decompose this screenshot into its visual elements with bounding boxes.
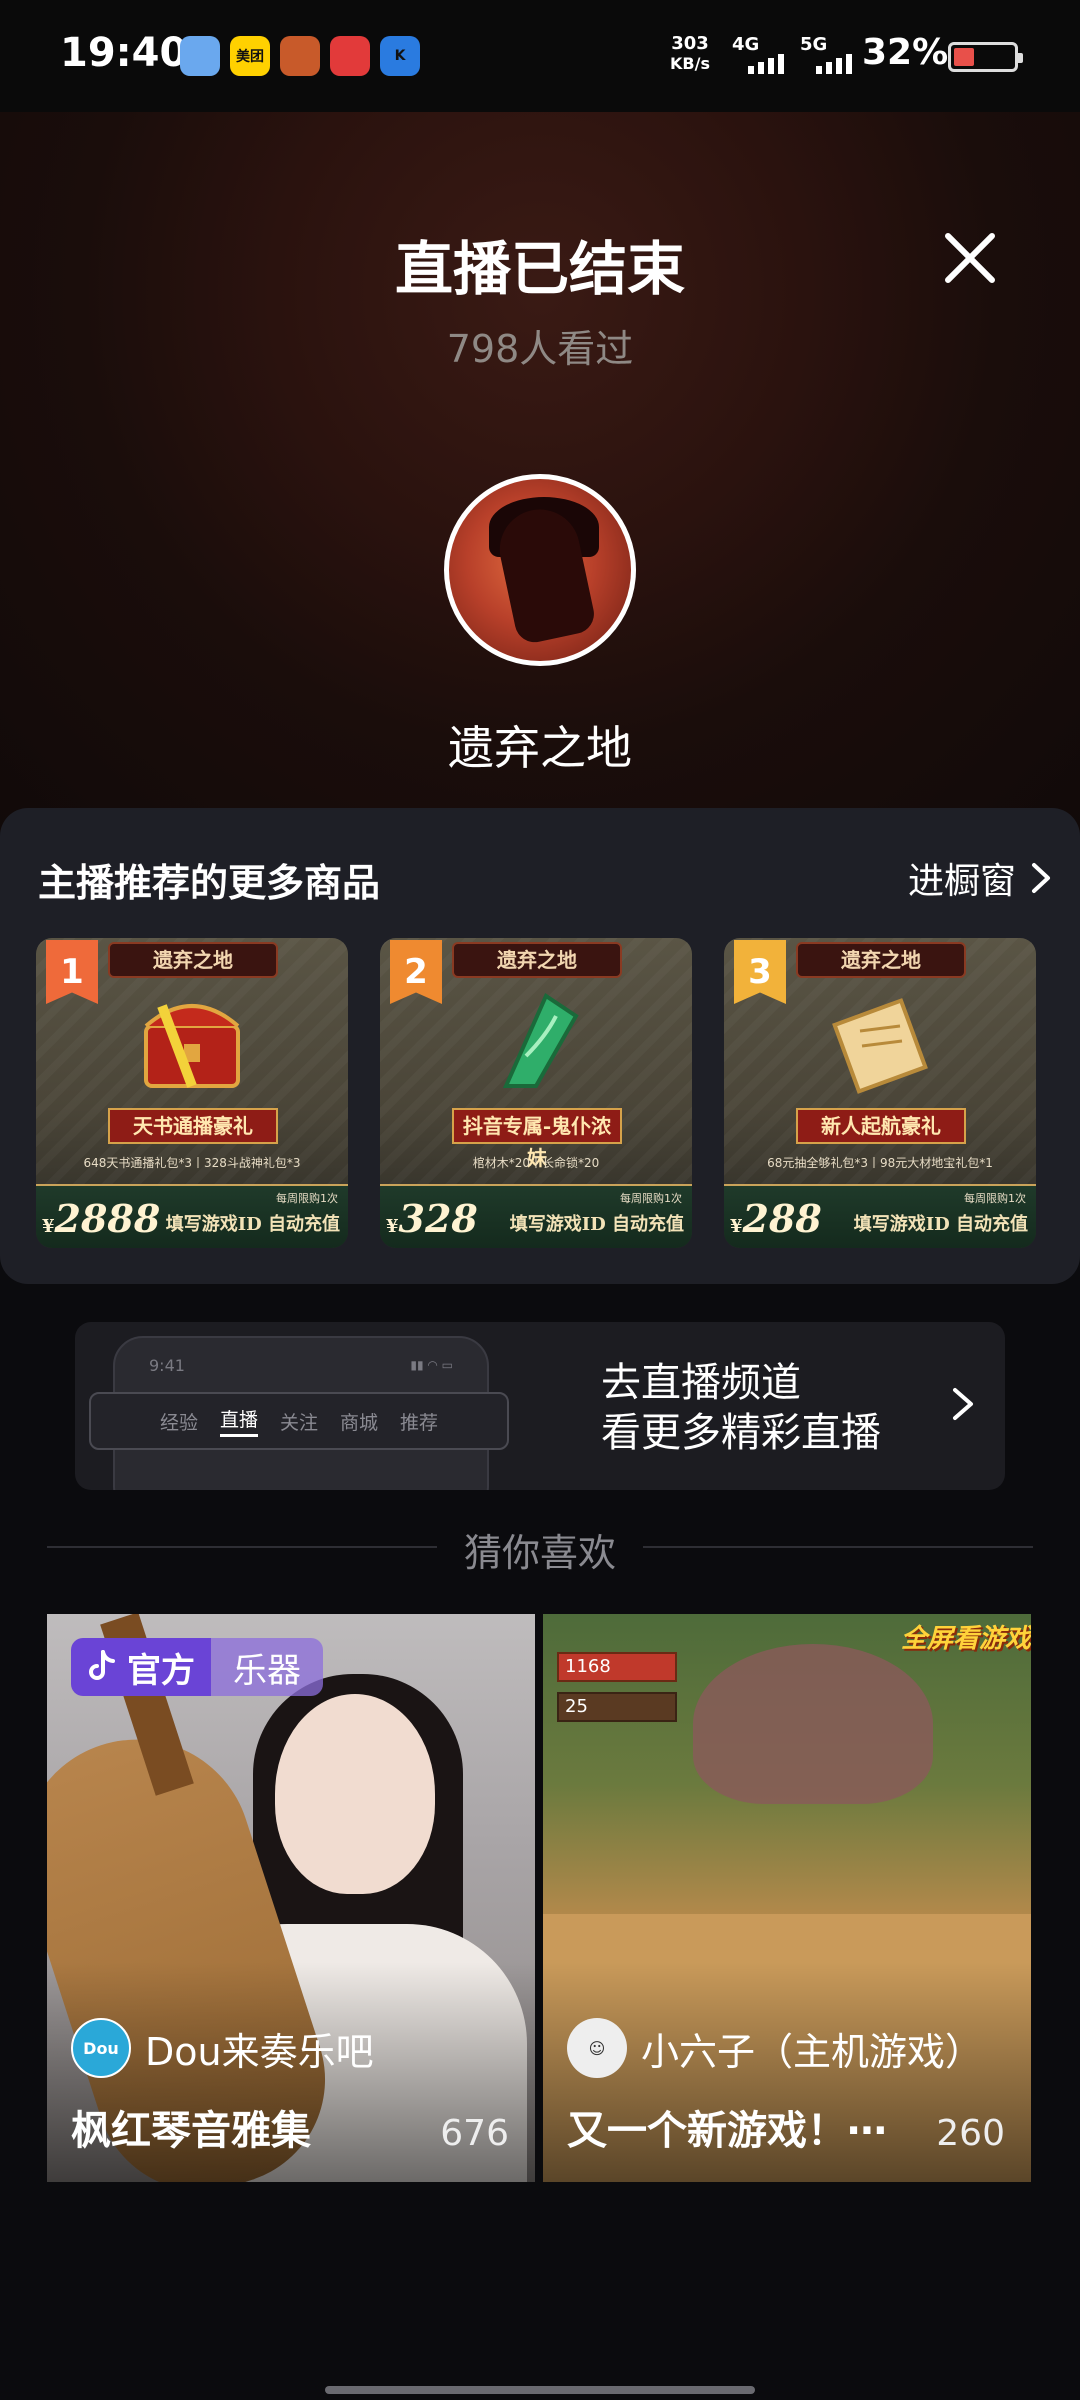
product-name: 抖音专属-鬼仆浓妹 <box>452 1108 622 1170</box>
goto-showcase-label: 进橱窗 <box>907 861 1016 902</box>
products-title: 主播推荐的更多商品 <box>38 861 381 905</box>
product-card[interactable]: 3 遗弃之地 新人起航豪礼 68元抽全够礼包*3丨98元大材地宝礼包*1 ¥288 每周限… <box>724 938 1036 1248</box>
close-button[interactable] <box>940 228 1000 288</box>
home-indicator[interactable] <box>325 2386 755 2394</box>
product-card[interactable]: 1 遗弃之地 天书通播豪礼 648天书通播礼包*3丨328斗战神礼包*3 ¥2888 每周… <box>36 938 348 1248</box>
weather-app-icon <box>180 36 220 76</box>
signal-5g-label: 5G <box>800 34 828 55</box>
k-app-icon: K <box>380 36 420 76</box>
live-ended-title: 直播已结束 <box>394 235 685 303</box>
phone-tab: 直播 <box>219 1405 258 1437</box>
live-card[interactable]: 1168 25 全屏看游戏 ☺ 小六子（主机游戏） 又一个新游戏！⋯ 260 <box>543 1614 1031 2182</box>
viewer-count: 798人看过 <box>446 327 634 371</box>
price-bar: ¥2888 每周限购1次填写游戏ID 自动充值 <box>36 1184 348 1248</box>
host-avatar: ☺ <box>567 2018 627 2078</box>
chevron-right-icon <box>1032 863 1050 893</box>
purchase-limit: 每周限购1次 <box>620 1192 682 1205</box>
live-viewer-count: 676 <box>440 2113 509 2154</box>
product-price: ¥288 <box>730 1196 822 1241</box>
game-hp-value: 1168 <box>557 1652 677 1682</box>
product-price: ¥328 <box>386 1196 478 1241</box>
network-speed: 303 KB/s <box>670 33 710 74</box>
close-icon <box>945 233 995 283</box>
product-card[interactable]: 2 遗弃之地 抖音专属-鬼仆浓妹 棺材木*20丨长命锁*20 ¥328 每周限购1次 填写游… <box>380 938 692 1248</box>
battery-icon <box>948 42 1023 72</box>
product-name: 天书通播豪礼 <box>108 1108 278 1144</box>
brand-tag: 遗弃之地 <box>796 942 966 978</box>
product-image <box>820 986 940 1096</box>
official-tag: 官方 <box>71 1638 211 1696</box>
purchase-limit: 每周限购1次 <box>276 1192 338 1205</box>
product-desc: 棺材木*20丨长命锁*20 <box>472 1156 600 1170</box>
product-desc: 68元抽全够礼包*3丨98元大材地宝礼包*1 <box>767 1156 993 1170</box>
product-image <box>132 986 252 1096</box>
goto-showcase-button[interactable]: 进橱窗 <box>908 852 1052 904</box>
live-title: 枫红琴音雅集 <box>71 2108 311 2154</box>
netease-music-app-icon <box>330 36 370 76</box>
recommended-products-panel: 主播推荐的更多商品 进橱窗 1 遗弃之地 天书通播豪礼 648天书通播礼包*3丨328… <box>0 808 1080 1284</box>
brand-tag: 遗弃之地 <box>108 942 278 978</box>
host-name: 小六子（主机游戏） <box>641 2029 984 2074</box>
product-name: 新人起航豪礼 <box>796 1108 966 1144</box>
chevron-right-icon <box>953 1388 973 1420</box>
live-card[interactable]: 官方 乐器 Dou Dou来奏乐吧 枫红琴音雅集 676 <box>47 1614 535 2182</box>
price-bar: ¥328 每周限购1次填写游戏ID 自动充值 <box>380 1184 692 1248</box>
live-viewer-count: 260 <box>936 2113 1005 2154</box>
douyin-icon <box>89 1650 115 1680</box>
guess-you-like-label: 猜你喜欢 <box>463 1531 616 1575</box>
recharge-note: 填写游戏ID 自动充值 <box>165 1214 340 1235</box>
live-channel-line1: 去直播频道 <box>601 1360 801 1406</box>
price-bar: ¥288 每周限购1次填写游戏ID 自动充值 <box>724 1184 1036 1248</box>
meituan-app-icon: 美团 <box>230 36 270 76</box>
phone-tab: 商城 <box>340 1411 379 1434</box>
notification-app-icons: 美团 K <box>180 36 420 76</box>
official-label: 官方 <box>127 1650 195 1691</box>
recharge-note: 填写游戏ID 自动充值 <box>853 1214 1028 1235</box>
host-avatar: Dou <box>71 2018 131 2078</box>
game-logo: 全屏看游戏 <box>900 1624 1031 1654</box>
phone-tab: 关注 <box>279 1411 318 1434</box>
phone-time: 9:41 <box>149 1356 185 1375</box>
card-tags: 官方 乐器 <box>71 1638 323 1696</box>
category-tag: 乐器 <box>211 1638 323 1696</box>
product-desc: 648天书通播礼包*3丨328斗战神礼包*3 <box>83 1156 301 1170</box>
status-bar: 19:40 美团 K 303 KB/s 4G 5G 32% <box>0 0 1080 112</box>
live-channel-banner[interactable]: 9:41 ▮▮ ◠ ▭ 经验 直播 关注 商城 推荐 去直播频道 看更多精彩直播 <box>75 1322 1005 1490</box>
host-info: Dou Dou来奏乐吧 <box>71 2018 374 2078</box>
game-app-icon <box>280 36 320 76</box>
clock: 19:40 <box>60 30 188 76</box>
host-info: ☺ 小六子（主机游戏） <box>567 2018 983 2078</box>
recharge-note: 填写游戏ID 自动充值 <box>509 1214 684 1235</box>
signal-5g-icon <box>816 54 852 74</box>
live-channel-line2: 看更多精彩直播 <box>601 1410 881 1456</box>
brand-tag: 遗弃之地 <box>452 942 622 978</box>
phone-tab: 推荐 <box>400 1411 439 1434</box>
signal-4g-icon <box>748 54 784 74</box>
game-level-value: 25 <box>557 1692 677 1722</box>
phone-status-icons: ▮▮ ◠ ▭ <box>410 1358 453 1372</box>
signal-4g-label: 4G <box>732 34 760 55</box>
product-image <box>476 986 596 1096</box>
streamer-avatar[interactable] <box>444 474 636 666</box>
phone-tab: 经验 <box>159 1411 198 1434</box>
product-price: ¥2888 <box>42 1196 161 1241</box>
host-name: Dou来奏乐吧 <box>145 2029 374 2074</box>
live-channel-text: 去直播频道 看更多精彩直播 <box>601 1358 881 1458</box>
live-title: 又一个新游戏！⋯ <box>567 2108 887 2154</box>
purchase-limit: 每周限购1次 <box>964 1192 1026 1205</box>
streamer-name[interactable]: 遗弃之地 <box>0 712 1080 778</box>
phone-tab-bar: 经验 直播 关注 商城 推荐 <box>89 1392 509 1450</box>
battery-percent: 32% <box>862 32 949 73</box>
